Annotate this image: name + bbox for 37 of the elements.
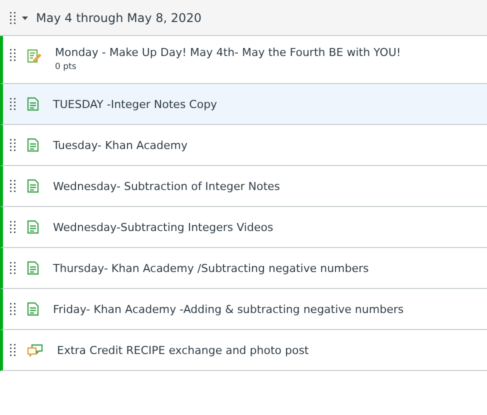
drag-handle-icon[interactable] xyxy=(10,139,16,151)
module-item[interactable]: Wednesday-Subtracting Integers Videos xyxy=(0,207,487,248)
document-icon xyxy=(27,138,39,152)
drag-handle-icon[interactable] xyxy=(10,12,16,24)
module-item[interactable]: Extra Credit RECIPE exchange and photo post xyxy=(0,330,487,371)
caret-down-icon[interactable] xyxy=(22,14,28,20)
item-title[interactable]: TUESDAY -Integer Notes Copy xyxy=(53,98,218,110)
item-title[interactable]: Wednesday-Subtracting Integers Videos xyxy=(53,220,274,234)
module-item[interactable]: Monday - Make Up Day! May 4th- May the Fourth BE with YOU! 0 pts xyxy=(0,36,487,84)
document-icon xyxy=(27,179,39,193)
item-title[interactable]: Thursday- Khan Academy /Subtracting negative numbers xyxy=(53,262,369,274)
assignment-icon xyxy=(27,49,41,63)
chat-bubbles-icon xyxy=(27,343,43,357)
drag-handle-icon[interactable] xyxy=(10,344,16,356)
document-icon xyxy=(27,302,39,316)
drag-handle-icon[interactable] xyxy=(10,221,16,233)
drag-handle-icon[interactable] xyxy=(10,49,16,61)
points-label: 0 pts xyxy=(55,62,78,72)
module-item[interactable]: Wednesday- Subtraction of Integer Notes xyxy=(0,166,487,207)
item-title[interactable]: Friday- Khan Academy -Adding & subtracting negative numbers xyxy=(53,302,404,316)
document-icon xyxy=(27,261,39,275)
module-header[interactable]: May 4 through May 8, 2020 xyxy=(0,0,487,36)
item-title[interactable]: Monday - Make Up Day! May 4th- May the Fourth BE with YOU! xyxy=(55,46,401,59)
drag-handle-icon[interactable] xyxy=(10,180,16,192)
item-title[interactable]: Wednesday- Subtraction of Integer Notes xyxy=(53,180,280,192)
module-item[interactable]: TUESDAY -Integer Notes Copy xyxy=(0,84,487,125)
document-icon xyxy=(27,97,39,111)
drag-handle-icon[interactable] xyxy=(10,262,16,274)
module-item[interactable]: Thursday- Khan Academy /Subtracting negative numbers xyxy=(0,248,487,289)
drag-handle-icon[interactable] xyxy=(10,303,16,315)
module-item[interactable]: Friday- Khan Academy -Adding & subtracting negative numbers xyxy=(0,289,487,330)
document-icon xyxy=(27,220,39,234)
module-item[interactable]: Tuesday- Khan Academy xyxy=(0,125,487,166)
drag-handle-icon[interactable] xyxy=(10,98,16,110)
item-title[interactable]: Extra Credit RECIPE exchange and photo post xyxy=(57,344,309,356)
item-title[interactable]: Tuesday- Khan Academy xyxy=(53,138,188,152)
module-title: May 4 through May 8, 2020 xyxy=(36,10,202,24)
